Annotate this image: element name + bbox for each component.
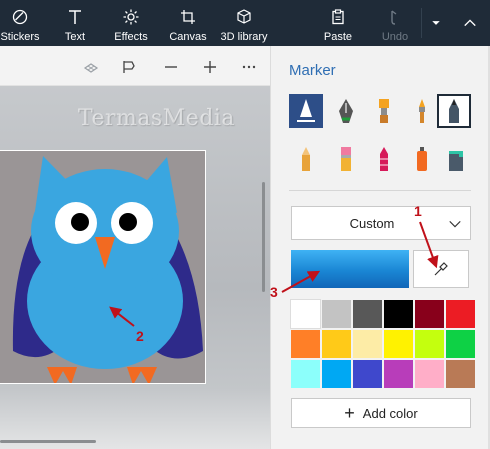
zoom-in-button[interactable] — [199, 56, 221, 78]
fill-bucket-icon — [449, 151, 463, 171]
marker-icon — [297, 99, 315, 122]
color-swatch[interactable] — [322, 300, 351, 328]
add-color-button[interactable]: + Add color — [291, 398, 471, 428]
flag-icon — [123, 61, 135, 73]
canvas-button[interactable]: Canvas — [168, 0, 208, 46]
color-swatch[interactable] — [415, 360, 444, 388]
text-button[interactable]: Text — [58, 0, 92, 46]
stickers-label: Stickers — [0, 31, 40, 43]
watermark: TermasMedia — [78, 106, 236, 131]
oil-brush-button[interactable] — [367, 94, 401, 128]
pixel-pen-icon — [449, 99, 459, 123]
color-swatch[interactable] — [446, 360, 475, 388]
color-swatch[interactable] — [384, 300, 413, 328]
color-swatch[interactable] — [290, 299, 321, 329]
color-swatch[interactable] — [384, 330, 413, 358]
spray-can-icon — [417, 147, 427, 171]
more-options-button[interactable] — [238, 56, 260, 78]
stickers-button[interactable]: Stickers — [0, 0, 40, 46]
annotation-3: 3 — [270, 284, 278, 300]
undo-label: Undo — [381, 31, 409, 43]
ribbon-separator — [421, 8, 422, 38]
3d-view-icon — [83, 63, 99, 73]
canvas-label: Canvas — [169, 31, 207, 43]
eraser-button[interactable] — [329, 142, 363, 176]
canvas-toolbar — [0, 46, 270, 86]
text-icon — [69, 10, 81, 24]
undo-icon — [391, 10, 397, 25]
color-swatch[interactable] — [353, 330, 382, 358]
color-swatch[interactable] — [322, 360, 351, 388]
flag-button[interactable] — [118, 56, 140, 78]
calligraphy-pen-icon — [339, 99, 353, 123]
overflow-dropdown-button[interactable] — [426, 0, 446, 46]
paste-icon — [332, 9, 344, 25]
paste-button[interactable]: Paste — [322, 0, 354, 46]
spray-can-button[interactable] — [405, 142, 439, 176]
more-icon — [242, 65, 256, 69]
text-label: Text — [64, 31, 86, 43]
color-swatch[interactable] — [353, 360, 382, 388]
zoom-out-button[interactable] — [160, 56, 182, 78]
3d-view-button[interactable] — [80, 56, 102, 78]
brush-panel: Marker Custom + Add color — [270, 46, 490, 449]
color-swatch[interactable] — [384, 360, 413, 388]
marker-brush-button[interactable] — [289, 94, 323, 128]
brush-divider — [289, 190, 471, 191]
oil-brush-icon — [379, 99, 389, 123]
panel-title: Marker — [289, 62, 336, 79]
color-palette — [290, 299, 475, 389]
fill-bucket-button[interactable] — [439, 142, 473, 176]
annotation-2: 2 — [136, 328, 144, 344]
annotation-1: 1 — [414, 203, 422, 219]
dropdown-value: Custom — [349, 216, 395, 231]
horizontal-scrollbar[interactable] — [0, 440, 96, 443]
eraser-icon — [341, 147, 351, 171]
canvas-icon — [181, 10, 195, 24]
3d-library-label: 3D library — [220, 31, 268, 43]
3d-library-button[interactable]: 3D library — [220, 0, 268, 46]
effects-label: Effects — [114, 31, 148, 43]
color-swatch[interactable] — [415, 300, 444, 328]
top-ribbon: Stickers Text Effects Canvas 3D library … — [0, 0, 490, 46]
undo-button[interactable]: Undo — [380, 0, 410, 46]
eyedropper-button[interactable] — [413, 250, 469, 288]
zoom-out-icon — [165, 66, 177, 68]
color-swatch[interactable] — [446, 300, 475, 328]
calligraphy-pen-button[interactable] — [329, 94, 363, 128]
watercolor-button[interactable] — [405, 94, 439, 128]
plus-icon: + — [344, 403, 355, 423]
effects-button[interactable]: Effects — [110, 0, 152, 46]
pencil-button[interactable] — [289, 142, 323, 176]
effects-icon — [123, 9, 139, 25]
color-swatch[interactable] — [353, 300, 382, 328]
3d-library-icon — [237, 9, 251, 24]
color-swatch[interactable] — [291, 360, 320, 388]
add-color-label: Add color — [362, 405, 418, 421]
crayon-button[interactable] — [367, 142, 401, 176]
color-swatch[interactable] — [415, 330, 444, 358]
chevron-down-icon — [449, 220, 461, 228]
watercolor-icon — [419, 99, 425, 123]
caret-down-icon — [432, 21, 440, 25]
collapse-ribbon-button[interactable] — [456, 0, 484, 46]
color-swatch[interactable] — [446, 330, 475, 358]
vertical-scrollbar[interactable] — [262, 182, 265, 292]
marker-size-dropdown[interactable]: Custom — [291, 206, 471, 240]
stickers-icon — [12, 9, 28, 25]
selected-color-preview[interactable] — [291, 250, 409, 288]
color-swatch[interactable] — [291, 330, 320, 358]
zoom-in-icon — [204, 61, 216, 73]
chevron-up-icon — [464, 19, 476, 27]
color-swatch[interactable] — [322, 330, 351, 358]
owl-drawing — [12, 156, 203, 383]
canvas-area[interactable]: TermasMedia — [0, 46, 270, 449]
owl-image[interactable] — [0, 150, 206, 384]
eyedropper-icon — [434, 262, 448, 276]
crayon-icon — [380, 147, 388, 171]
pixel-pen-button[interactable] — [437, 94, 471, 128]
pencil-icon — [302, 147, 310, 171]
paste-label: Paste — [323, 31, 353, 43]
